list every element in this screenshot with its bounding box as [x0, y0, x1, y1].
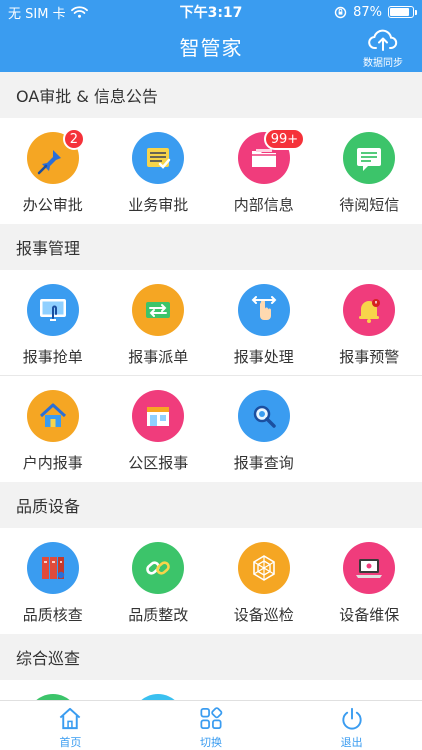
menu-row: 报事抢单 报事派单 报事处理 报事预警	[0, 270, 422, 376]
menu-item-label: 报事处理	[233, 348, 294, 366]
tab-label: 退出	[340, 736, 363, 749]
menu-icon-wrap	[132, 390, 185, 442]
status-bar: 无 SIM 卡 下午3:17 87%	[0, 0, 422, 24]
notification-badge: 99+	[263, 128, 306, 150]
section-header: 综合巡查	[0, 634, 422, 680]
menu-icon-wrap: 2	[26, 128, 86, 184]
menu-icon-wrap	[132, 284, 185, 336]
spiderweb-icon	[237, 542, 290, 594]
tab-item[interactable]: 首页	[0, 701, 141, 750]
carrier-text: 无 SIM 卡	[8, 6, 66, 22]
touch-screen-icon	[26, 284, 79, 336]
laptop-icon	[343, 542, 396, 594]
menu-icon-wrap	[132, 132, 185, 184]
menu-item[interactable]: 报事处理	[211, 270, 317, 375]
menu-item[interactable]: 报事抢单	[0, 270, 106, 375]
hand-swipe-icon	[237, 284, 290, 336]
binders-icon	[26, 542, 79, 594]
menu-item[interactable]: 设备巡检	[211, 528, 317, 634]
menu-icon-wrap	[237, 284, 290, 336]
wifi-icon	[70, 6, 88, 18]
menu-row	[0, 680, 422, 700]
section-header: 报事管理	[0, 224, 422, 270]
battery-icon	[388, 6, 417, 18]
menu-icon-wrap	[237, 390, 290, 442]
menu-icon-wrap	[26, 284, 79, 336]
tab-item[interactable]: 切换	[141, 701, 282, 750]
dashboard-content[interactable]: OA审批 & 信息公告 2 办公审批 业务审批 99+ 内部信息 待阅短信 报事管理 报事抢单报…	[0, 72, 422, 700]
menu-icon-wrap	[343, 132, 396, 184]
menu-item[interactable]: 待阅短信	[317, 118, 422, 224]
notification-badge: 2	[62, 128, 86, 150]
menu-item-label: 内部信息	[233, 196, 294, 214]
menu-item[interactable]: 品质核查	[0, 528, 106, 634]
menu-item[interactable]: 99+ 内部信息	[211, 118, 317, 224]
app-header: 无 SIM 卡 下午3:17 87% 智管家 数据同步	[0, 0, 422, 72]
menu-item-label: 办公审批	[22, 196, 83, 214]
tab-item[interactable]: 退出	[281, 701, 422, 750]
menu-item-label: 报事抢单	[22, 348, 83, 366]
power-icon	[342, 707, 362, 730]
menu-item[interactable]: 报事查询	[211, 376, 317, 482]
menu-item[interactable]: 2 办公审批	[0, 118, 106, 224]
menu-item-label: 设备巡检	[233, 606, 294, 624]
message-icon	[343, 132, 396, 184]
section-header: 品质设备	[0, 482, 422, 528]
menu-icon-wrap	[26, 390, 79, 442]
menu-row: 2 办公审批 业务审批 99+ 内部信息 待阅短信	[0, 118, 422, 224]
menu-item[interactable]: 报事派单	[106, 270, 212, 375]
menu-item[interactable]: 设备维保	[317, 528, 422, 634]
menu-item-label: 公区报事	[128, 454, 189, 472]
menu-item-label: 户内报事	[22, 454, 83, 472]
menu-icon-wrap	[132, 542, 185, 594]
tab-label: 切换	[200, 736, 222, 749]
menu-item[interactable]	[106, 680, 212, 700]
tab-label: 首页	[59, 736, 82, 749]
transfer-icon	[132, 284, 185, 336]
menu-item-label: 待阅短信	[339, 196, 400, 214]
battery-percent: 87%	[353, 4, 382, 20]
menu-item-label: 报事派单	[128, 348, 189, 366]
rotation-lock-icon	[334, 6, 347, 18]
menu-row: 品质核查 品质整改 设备巡检 设备维保	[0, 528, 422, 634]
menu-row: 户内报事 公区报事 报事查询	[0, 376, 422, 482]
storefront-icon	[132, 390, 185, 442]
menu-item-label: 报事预警	[339, 348, 400, 366]
sync-label: 数据同步	[363, 58, 403, 69]
menu-item-label: 设备维保	[339, 606, 400, 624]
bottom-tab-bar: 首页 切换 退出	[0, 700, 422, 750]
menu-icon-wrap	[343, 284, 396, 336]
section-header: OA审批 & 信息公告	[0, 72, 422, 118]
grid-switch-icon	[200, 707, 223, 730]
menu-item[interactable]: 业务审批	[106, 118, 212, 224]
menu-item-label: 报事查询	[233, 454, 294, 472]
menu-item[interactable]: 公区报事	[106, 376, 212, 482]
menu-item-label: 业务审批	[128, 196, 189, 214]
bell-alert-icon	[343, 284, 396, 336]
menu-item-label: 品质核查	[22, 606, 83, 624]
home-icon	[60, 707, 81, 730]
menu-item[interactable]: 户内报事	[0, 376, 106, 482]
menu-item[interactable]	[0, 680, 106, 700]
menu-icon-wrap	[237, 542, 290, 594]
sync-button[interactable]: 数据同步	[358, 28, 408, 69]
magnifier-icon	[237, 390, 290, 442]
chain-link-icon	[132, 542, 185, 594]
menu-item[interactable]: 报事预警	[317, 270, 422, 375]
menu-icon-wrap: 99+	[237, 128, 306, 184]
menu-icon-wrap	[26, 542, 79, 594]
cloud-upload-icon	[368, 29, 398, 51]
house-icon	[26, 390, 79, 442]
checklist-card-icon	[132, 132, 185, 184]
menu-icon-wrap	[343, 542, 396, 594]
menu-item[interactable]: 品质整改	[106, 528, 212, 634]
menu-item-label: 品质整改	[128, 606, 189, 624]
